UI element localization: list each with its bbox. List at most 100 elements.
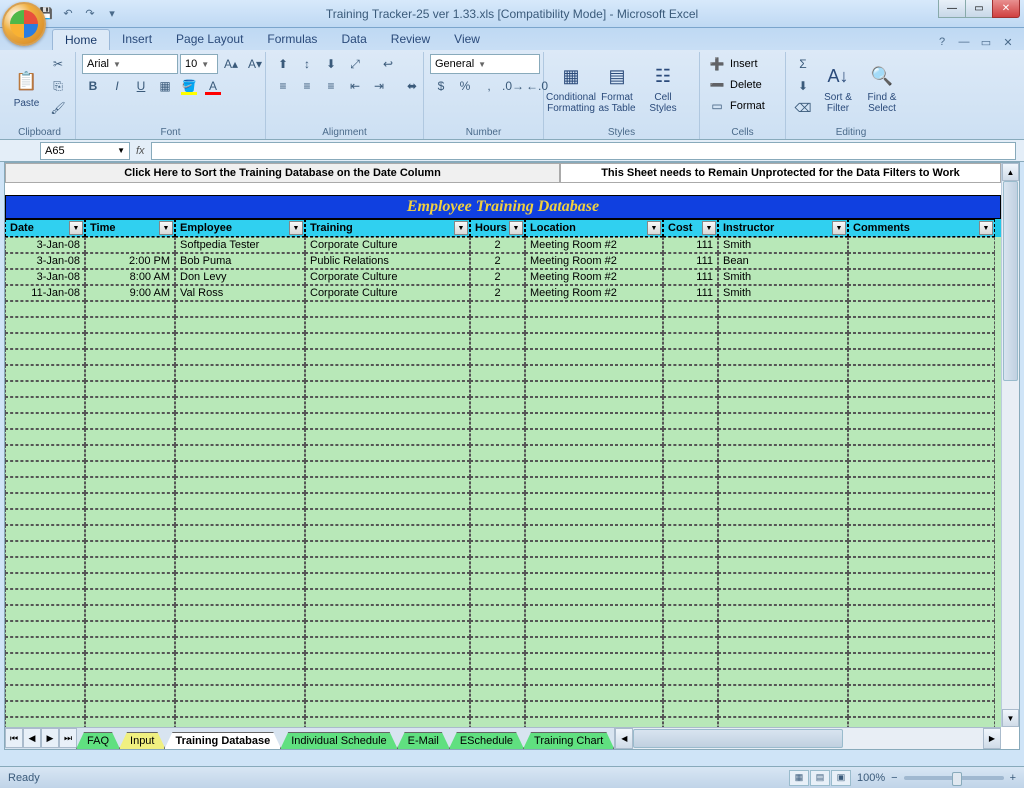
cell[interactable]	[5, 301, 85, 317]
cell[interactable]	[5, 605, 85, 621]
cell[interactable]	[470, 477, 525, 493]
cell[interactable]	[718, 509, 848, 525]
cell[interactable]	[470, 365, 525, 381]
cell[interactable]	[305, 301, 470, 317]
cell[interactable]: 2	[470, 285, 525, 301]
cell[interactable]	[175, 349, 305, 365]
cell[interactable]	[663, 685, 718, 701]
cell[interactable]	[663, 669, 718, 685]
zoom-level[interactable]: 100%	[857, 772, 885, 784]
cell[interactable]	[848, 685, 995, 701]
cell[interactable]	[718, 301, 848, 317]
cell[interactable]	[305, 381, 470, 397]
cell[interactable]	[85, 445, 175, 461]
cell[interactable]	[848, 253, 995, 269]
ribbon-tab-insert[interactable]: Insert	[110, 29, 164, 50]
page-break-view-icon[interactable]: ▣	[831, 770, 851, 786]
cell[interactable]	[5, 397, 85, 413]
minimize-doc-icon[interactable]: —	[956, 34, 972, 50]
cell[interactable]	[5, 445, 85, 461]
cell[interactable]	[5, 637, 85, 653]
ribbon-tab-view[interactable]: View	[442, 29, 492, 50]
cell[interactable]	[525, 541, 663, 557]
cell[interactable]	[718, 381, 848, 397]
cell[interactable]	[175, 701, 305, 717]
cell[interactable]	[525, 429, 663, 445]
cell[interactable]	[718, 397, 848, 413]
cell[interactable]	[175, 509, 305, 525]
cell[interactable]: 8:00 AM	[85, 269, 175, 285]
cell[interactable]	[305, 429, 470, 445]
cell[interactable]	[663, 317, 718, 333]
cell[interactable]: Val Ross	[175, 285, 305, 301]
cell[interactable]	[718, 701, 848, 717]
cell[interactable]: Smith	[718, 237, 848, 253]
increase-indent-icon[interactable]: ⇥	[368, 76, 390, 96]
table-row[interactable]	[5, 413, 1001, 429]
cell[interactable]: Smith	[718, 285, 848, 301]
cell[interactable]: 2:00 PM	[85, 253, 175, 269]
cell[interactable]	[663, 557, 718, 573]
cell[interactable]	[718, 333, 848, 349]
cell[interactable]	[848, 301, 995, 317]
cell[interactable]	[470, 349, 525, 365]
cell-styles-button[interactable]: ☷Cell Styles	[642, 54, 684, 120]
cell[interactable]	[5, 685, 85, 701]
cell[interactable]	[175, 621, 305, 637]
cell[interactable]	[85, 621, 175, 637]
cell[interactable]	[85, 397, 175, 413]
cell[interactable]	[175, 669, 305, 685]
scroll-down-icon[interactable]: ▼	[1002, 709, 1019, 727]
increase-decimal-icon[interactable]: .0→	[502, 76, 524, 96]
cell[interactable]	[470, 493, 525, 509]
cell[interactable]	[718, 605, 848, 621]
cell[interactable]	[5, 413, 85, 429]
cell[interactable]	[305, 605, 470, 621]
cell[interactable]	[175, 413, 305, 429]
sheet-tab-eschedule[interactable]: ESchedule	[449, 732, 524, 749]
cell[interactable]	[718, 621, 848, 637]
table-row[interactable]	[5, 493, 1001, 509]
format-as-table-button[interactable]: ▤Format as Table	[596, 54, 638, 120]
shrink-font-icon[interactable]: A▾	[244, 54, 266, 74]
scroll-up-icon[interactable]: ▲	[1002, 163, 1019, 181]
cell[interactable]	[525, 301, 663, 317]
table-row[interactable]: 3-Jan-082:00 PMBob PumaPublic Relations2…	[5, 253, 1001, 269]
conditional-formatting-button[interactable]: ▦Conditional Formatting	[550, 54, 592, 120]
cell[interactable]	[5, 669, 85, 685]
cell[interactable]: 2	[470, 253, 525, 269]
cell[interactable]	[85, 381, 175, 397]
ribbon-tab-review[interactable]: Review	[379, 29, 442, 50]
cell[interactable]	[525, 525, 663, 541]
number-format-combo[interactable]: General▼	[430, 54, 540, 74]
cell[interactable]	[718, 573, 848, 589]
cell[interactable]	[663, 541, 718, 557]
table-row[interactable]	[5, 605, 1001, 621]
cell[interactable]	[175, 477, 305, 493]
cell[interactable]	[470, 621, 525, 637]
cell[interactable]	[525, 653, 663, 669]
cell[interactable]	[663, 381, 718, 397]
cell[interactable]	[470, 381, 525, 397]
cell[interactable]	[85, 349, 175, 365]
filter-button-training[interactable]: ▼	[454, 221, 468, 235]
cell[interactable]	[5, 557, 85, 573]
scroll-left-icon[interactable]: ◀	[615, 728, 633, 749]
cell[interactable]	[848, 285, 995, 301]
cell[interactable]	[85, 477, 175, 493]
align-bottom-icon[interactable]: ⬇	[320, 54, 342, 74]
zoom-out-icon[interactable]: −	[891, 772, 897, 784]
cell[interactable]	[663, 445, 718, 461]
table-row[interactable]	[5, 349, 1001, 365]
cell[interactable]	[470, 461, 525, 477]
close-doc-icon[interactable]: ✕	[1000, 34, 1016, 50]
cell[interactable]	[663, 717, 718, 727]
cell[interactable]	[85, 301, 175, 317]
last-tab-icon[interactable]: ⏭	[59, 728, 77, 748]
cell[interactable]	[525, 637, 663, 653]
cell[interactable]	[663, 701, 718, 717]
cell[interactable]	[470, 413, 525, 429]
sheet-tab-training-database[interactable]: Training Database	[164, 732, 281, 749]
page-layout-view-icon[interactable]: ▤	[810, 770, 830, 786]
cell[interactable]	[848, 653, 995, 669]
